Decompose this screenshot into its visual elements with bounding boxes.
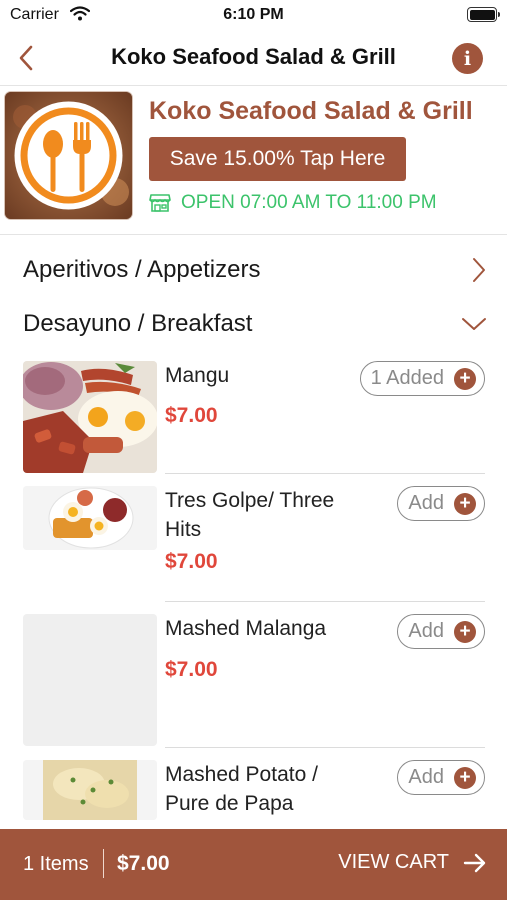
item-price: $7.00 <box>165 404 218 427</box>
item-name: Mashed Potato / Pure de Papa <box>165 763 318 815</box>
arrow-right-icon <box>463 853 486 872</box>
add-label: Add <box>408 766 444 788</box>
divider <box>165 601 485 602</box>
info-icon: i <box>463 47 472 70</box>
cart-item-count: 1 Items <box>23 853 89 875</box>
category-appetizers[interactable]: Aperitivos / Appetizers <box>0 242 507 296</box>
menu-item[interactable]: Mashed Potato / Pure de Papa Add + <box>23 760 485 820</box>
item-name: Tres Golpe/ Three Hits <box>165 489 335 541</box>
item-name: Mashed Malanga <box>165 617 327 640</box>
category-breakfast[interactable]: Desayuno / Breakfast <box>0 296 507 350</box>
add-button[interactable]: Add + <box>397 760 485 795</box>
cart-separator <box>103 849 104 878</box>
status-bar: Carrier 6:10 PM <box>0 0 507 30</box>
view-cart-label: VIEW CART <box>338 851 449 873</box>
nav-title: Koko Seafood Salad & Grill <box>111 44 396 69</box>
restaurant-header: Koko Seafood Salad & Grill Save 15.00% T… <box>0 87 507 235</box>
restaurant-name: Koko Seafood Salad & Grill <box>149 97 473 125</box>
add-button[interactable]: Add + <box>397 614 485 649</box>
add-button[interactable]: Add + <box>397 486 485 521</box>
item-price: $7.00 <box>165 658 218 681</box>
menu-item[interactable]: Mashed Malanga $7.00 Add + <box>23 614 485 746</box>
add-label: Add <box>408 492 444 514</box>
info-button[interactable]: i <box>452 43 483 74</box>
item-photo <box>23 486 157 550</box>
battery-icon <box>467 7 500 22</box>
save-discount-button[interactable]: Save 15.00% Tap Here <box>149 137 406 181</box>
status-time: 6:10 PM <box>223 6 284 23</box>
add-label: Add <box>408 620 444 642</box>
item-name: Mangu <box>165 364 230 387</box>
nav-bar: Koko Seafood Salad & Grill i <box>0 30 507 86</box>
menu-item[interactable]: Mangu $7.00 1 Added + <box>23 361 485 473</box>
cart-total: $7.00 <box>117 852 170 875</box>
plus-icon: + <box>454 367 476 390</box>
opening-hours: OPEN 07:00 AM TO 11:00 PM <box>149 192 437 214</box>
chevron-right-icon <box>473 258 485 282</box>
category-label: Desayuno / Breakfast <box>23 310 253 337</box>
category-label: Aperitivos / Appetizers <box>23 256 261 283</box>
hours-text: OPEN 07:00 AM TO 11:00 PM <box>181 192 437 213</box>
chevron-left-icon <box>19 45 33 71</box>
view-cart-button[interactable]: VIEW CART <box>338 851 487 874</box>
item-photo <box>23 361 157 473</box>
chevron-down-icon <box>462 318 486 330</box>
menu-item[interactable]: Tres Golpe/ Three Hits $7.00 Add + <box>23 486 485 596</box>
item-photo <box>23 760 157 820</box>
plus-icon: + <box>454 492 476 515</box>
add-label: 1 Added <box>370 367 444 389</box>
divider <box>165 473 485 474</box>
item-photo <box>23 614 157 746</box>
item-price: $7.00 <box>165 550 218 573</box>
back-button[interactable] <box>6 38 46 78</box>
plus-icon: + <box>454 766 476 789</box>
cart-bar: 1 Items $7.00 VIEW CART <box>0 829 507 900</box>
divider <box>165 747 485 748</box>
restaurant-logo <box>5 92 132 219</box>
plus-icon: + <box>454 620 476 643</box>
added-button[interactable]: 1 Added + <box>359 361 485 396</box>
store-icon <box>149 194 171 212</box>
